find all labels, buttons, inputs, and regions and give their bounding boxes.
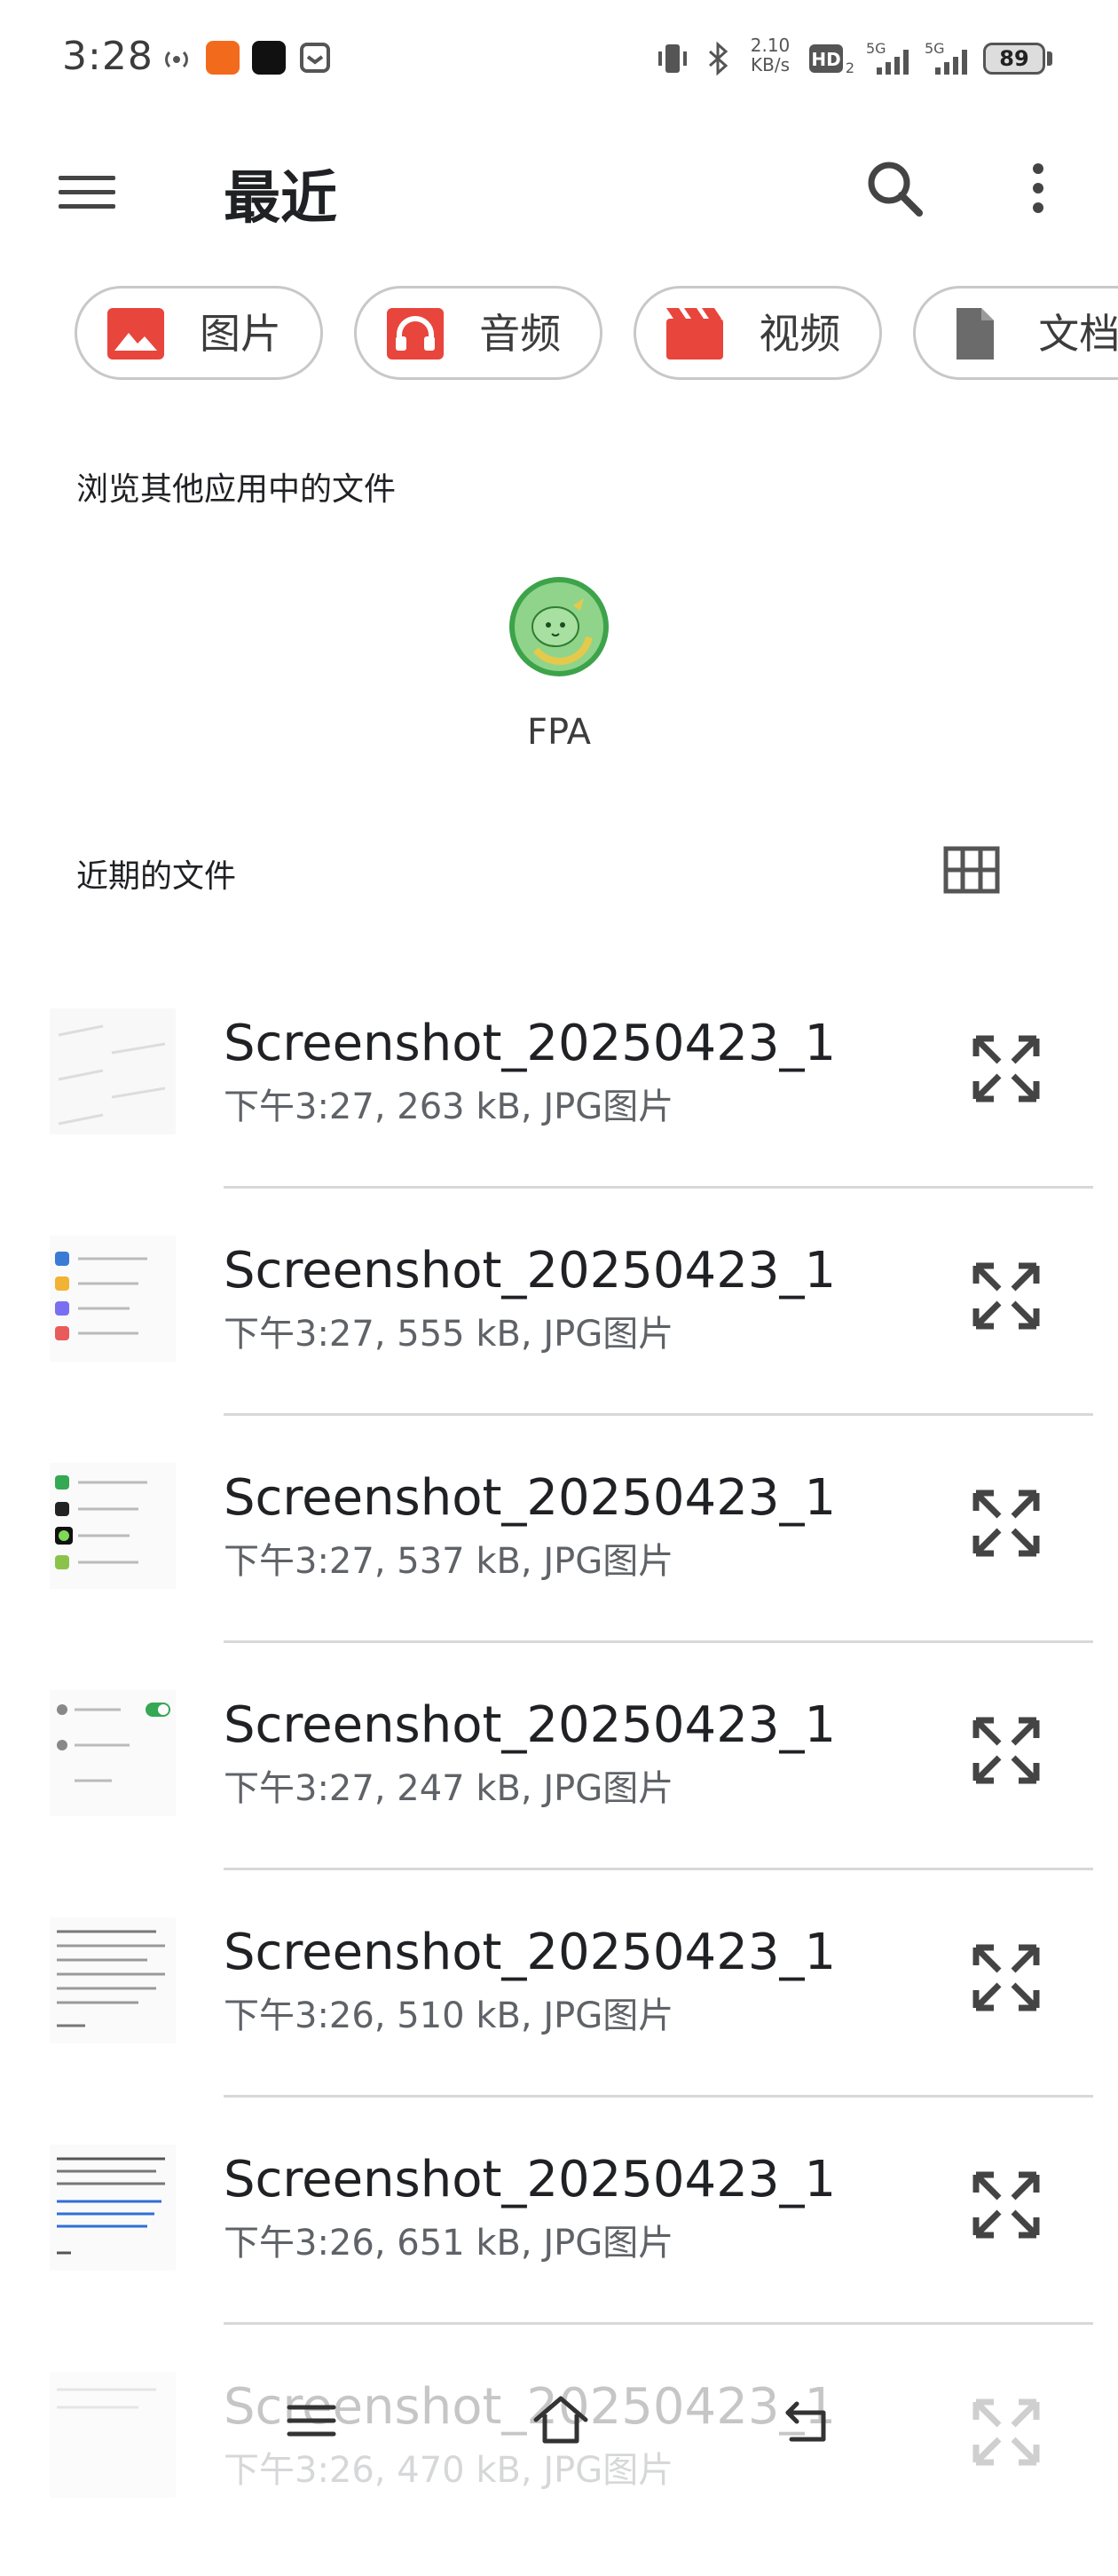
chip-video[interactable]: 视频 bbox=[634, 286, 883, 380]
file-meta: 下午3:27, 555 kB, JPG图片 bbox=[224, 1314, 674, 1355]
app-notification-icon bbox=[206, 41, 240, 75]
expand-icon[interactable] bbox=[964, 2162, 1049, 2248]
signal-icon: 5G bbox=[866, 40, 909, 75]
network-speed: 2.10 KB/s bbox=[750, 35, 791, 75]
file-row[interactable]: Screenshot_20250423_1… 下午3:27, 263 kB, J… bbox=[0, 985, 1118, 1213]
inbox-icon bbox=[300, 43, 330, 73]
row-divider bbox=[224, 2322, 1093, 2325]
battery-indicator: 89 bbox=[983, 43, 1045, 75]
chip-label: 音频 bbox=[479, 310, 562, 358]
file-row[interactable]: Screenshot_20250423_1… 下午3:26, 651 kB, J… bbox=[0, 2122, 1118, 2349]
headphones-icon bbox=[387, 308, 445, 360]
document-icon bbox=[957, 308, 995, 360]
back-icon[interactable] bbox=[779, 2391, 838, 2450]
system-nav-bar bbox=[0, 2361, 1118, 2485]
expand-icon[interactable] bbox=[964, 1253, 1049, 1339]
movie-icon bbox=[666, 308, 724, 360]
svg-text:5G: 5G bbox=[866, 40, 886, 57]
file-thumbnail bbox=[50, 1236, 176, 1362]
chip-documents[interactable]: 文档 bbox=[913, 286, 1118, 380]
chip-label: 视频 bbox=[759, 310, 841, 358]
file-meta: 下午3:27, 537 kB, JPG图片 bbox=[224, 1541, 674, 1582]
row-divider bbox=[224, 1640, 1093, 1643]
file-thumbnail bbox=[50, 1008, 176, 1134]
page-title: 最近 bbox=[224, 166, 337, 232]
vibrate-icon bbox=[658, 44, 687, 73]
file-name: Screenshot_20250423_1… bbox=[224, 1015, 836, 1072]
file-name: Screenshot_20250423_1… bbox=[224, 2151, 836, 2209]
row-divider bbox=[224, 1186, 1093, 1189]
expand-icon[interactable] bbox=[964, 1935, 1049, 2020]
home-icon[interactable] bbox=[529, 2388, 593, 2452]
more-vert-icon[interactable] bbox=[1003, 153, 1074, 224]
chip-audio[interactable]: 音频 bbox=[354, 286, 603, 380]
image-icon bbox=[107, 308, 164, 360]
file-name: Screenshot_20250423_1… bbox=[224, 1696, 836, 1754]
fpa-app-icon[interactable] bbox=[508, 575, 610, 678]
svg-text:5G: 5G bbox=[925, 40, 945, 57]
row-divider bbox=[224, 2095, 1093, 2098]
file-row[interactable]: Screenshot_20250423_1… 下午3:27, 247 kB, J… bbox=[0, 1667, 1118, 1894]
hamburger-menu-icon[interactable] bbox=[51, 156, 122, 227]
file-row[interactable]: Screenshot_20250423_1… 下午3:27, 555 kB, J… bbox=[0, 1213, 1118, 1440]
svg-text:HD: HD bbox=[811, 49, 840, 70]
row-divider bbox=[224, 1868, 1093, 1870]
file-thumbnail bbox=[50, 1917, 176, 2043]
hd-voice-icon: HD 2 bbox=[809, 44, 854, 76]
file-name: Screenshot_20250423_1… bbox=[224, 1469, 836, 1527]
status-bar: 3:28 2.10 KB/s HD 2 5G 5G 89 bbox=[0, 0, 1118, 117]
status-time: 3:28 bbox=[62, 34, 154, 79]
file-row[interactable]: Screenshot_20250423_1… 下午3:27, 537 kB, J… bbox=[0, 1440, 1118, 1667]
battery-tip bbox=[1047, 51, 1052, 66]
chip-label: 图片 bbox=[200, 310, 281, 358]
recents-icon[interactable] bbox=[282, 2391, 341, 2450]
top-app-bar: 最近 bbox=[0, 117, 1118, 259]
file-row[interactable]: Screenshot_20250423_1… 下午3:26, 510 kB, J… bbox=[0, 1894, 1118, 2122]
expand-icon[interactable] bbox=[964, 1708, 1049, 1793]
signal-icon: 5G bbox=[925, 40, 967, 75]
app-notification-icon bbox=[252, 41, 286, 75]
file-meta: 下午3:27, 263 kB, JPG图片 bbox=[224, 1087, 674, 1127]
chip-images[interactable]: 图片 bbox=[75, 286, 323, 380]
file-thumbnail bbox=[50, 1690, 176, 1816]
chip-label: 文档 bbox=[1038, 310, 1118, 358]
file-name: Screenshot_20250423_1… bbox=[224, 1242, 836, 1300]
file-thumbnail bbox=[50, 1463, 176, 1589]
filter-chip-row: 图片 音频 视频 文档 bbox=[75, 286, 1118, 385]
search-icon[interactable] bbox=[859, 153, 930, 224]
svg-text:2: 2 bbox=[846, 59, 854, 76]
file-name: Screenshot_20250423_1… bbox=[224, 1924, 836, 1981]
grid-view-icon[interactable] bbox=[942, 845, 1001, 895]
file-meta: 下午3:26, 510 kB, JPG图片 bbox=[224, 1995, 674, 2036]
file-meta: 下午3:27, 247 kB, JPG图片 bbox=[224, 1768, 674, 1809]
file-meta: 下午3:26, 651 kB, JPG图片 bbox=[224, 2223, 674, 2264]
hotspot-icon bbox=[165, 51, 188, 68]
file-thumbnail bbox=[50, 2145, 176, 2271]
bluetooth-icon bbox=[709, 41, 728, 76]
fpa-app-label[interactable]: FPA bbox=[470, 712, 648, 753]
expand-icon[interactable] bbox=[964, 1026, 1049, 1111]
recent-files-heading: 近期的文件 bbox=[76, 858, 237, 895]
expand-icon[interactable] bbox=[964, 1481, 1049, 1566]
row-divider bbox=[224, 1413, 1093, 1416]
browse-section-heading: 浏览其他应用中的文件 bbox=[76, 471, 397, 508]
